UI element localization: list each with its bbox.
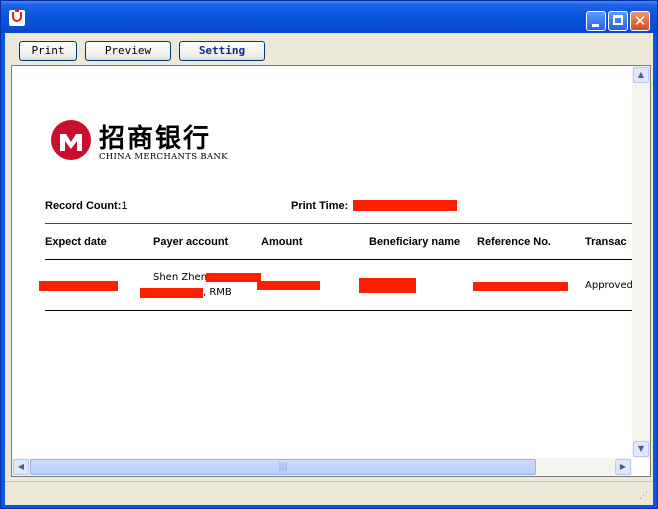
redaction-payer-account-a <box>206 273 261 282</box>
preview-button[interactable]: Preview <box>85 41 171 61</box>
scroll-right-button[interactable]: ▶ <box>615 459 631 475</box>
redaction-payer-account-b <box>140 288 203 298</box>
print-time: Print Time: <box>291 200 348 212</box>
print-preview-pane[interactable]: 招商银行 CHINA MERCHANTS BANK Record Count:1… <box>11 65 651 477</box>
horizontal-scroll-thumb[interactable]: ||| <box>30 459 536 475</box>
report-page: 招商银行 CHINA MERCHANTS BANK Record Count:1… <box>12 66 632 458</box>
redaction-reference-no <box>473 282 568 291</box>
app-icon[interactable] <box>9 10 25 26</box>
resize-grip-icon[interactable]: ⋰ <box>639 490 651 502</box>
scroll-down-button[interactable]: ▼ <box>633 441 649 457</box>
record-count: Record Count:1 <box>45 200 128 212</box>
print-button[interactable]: Print <box>19 41 77 61</box>
vertical-scrollbar[interactable]: ▲ ▼ <box>632 66 650 458</box>
record-count-value: 1 <box>121 200 128 212</box>
toolbar: Print Preview Setting <box>5 33 653 65</box>
record-count-label: Record Count: <box>45 200 122 212</box>
maximize-icon <box>613 15 623 25</box>
setting-button[interactable]: Setting <box>179 41 265 61</box>
table-header-rule <box>45 259 632 260</box>
col-payer-account: Payer account <box>153 236 229 248</box>
payer-account-line1: Shen Zhen, <box>153 272 211 283</box>
horizontal-scrollbar[interactable]: ◀ ||| ▶ <box>12 458 632 476</box>
col-beneficiary-name: Beneficiary name <box>369 236 461 248</box>
minimize-icon <box>592 24 599 27</box>
scroll-up-button[interactable]: ▲ <box>633 67 649 83</box>
cmb-logo-icon <box>51 120 91 160</box>
col-transaction: Transac <box>585 236 627 248</box>
logo-english-name: CHINA MERCHANTS BANK <box>99 152 228 162</box>
redaction-amount <box>257 281 320 290</box>
print-time-label: Print Time: <box>291 200 349 212</box>
logo-chinese-name: 招商银行 <box>99 124 212 154</box>
col-reference-no: Reference No. <box>477 236 551 248</box>
redaction-expect-date <box>39 281 118 291</box>
transaction-status: Approved <box>585 280 632 291</box>
col-expect-date: Expect date <box>45 236 107 248</box>
window: ✕ Print Preview Setting 招商银行 CHINA MERCH… <box>0 0 658 509</box>
status-bar: ⋰ <box>5 481 653 504</box>
minimize-button[interactable] <box>586 11 606 31</box>
payer-account-line2: , RMB <box>203 287 232 298</box>
table-bottom-rule <box>45 310 632 311</box>
scroll-left-button[interactable]: ◀ <box>13 459 29 475</box>
client-area: Print Preview Setting 招商银行 CHINA MERCHAN… <box>5 33 653 505</box>
redaction-beneficiary <box>359 278 416 293</box>
col-amount: Amount <box>261 236 303 248</box>
title-bar[interactable]: ✕ <box>1 1 657 33</box>
close-icon: ✕ <box>633 12 647 30</box>
maximize-button[interactable] <box>608 11 628 31</box>
close-button[interactable]: ✕ <box>630 11 650 31</box>
header-divider <box>45 223 632 224</box>
redaction-print-time <box>353 200 457 211</box>
